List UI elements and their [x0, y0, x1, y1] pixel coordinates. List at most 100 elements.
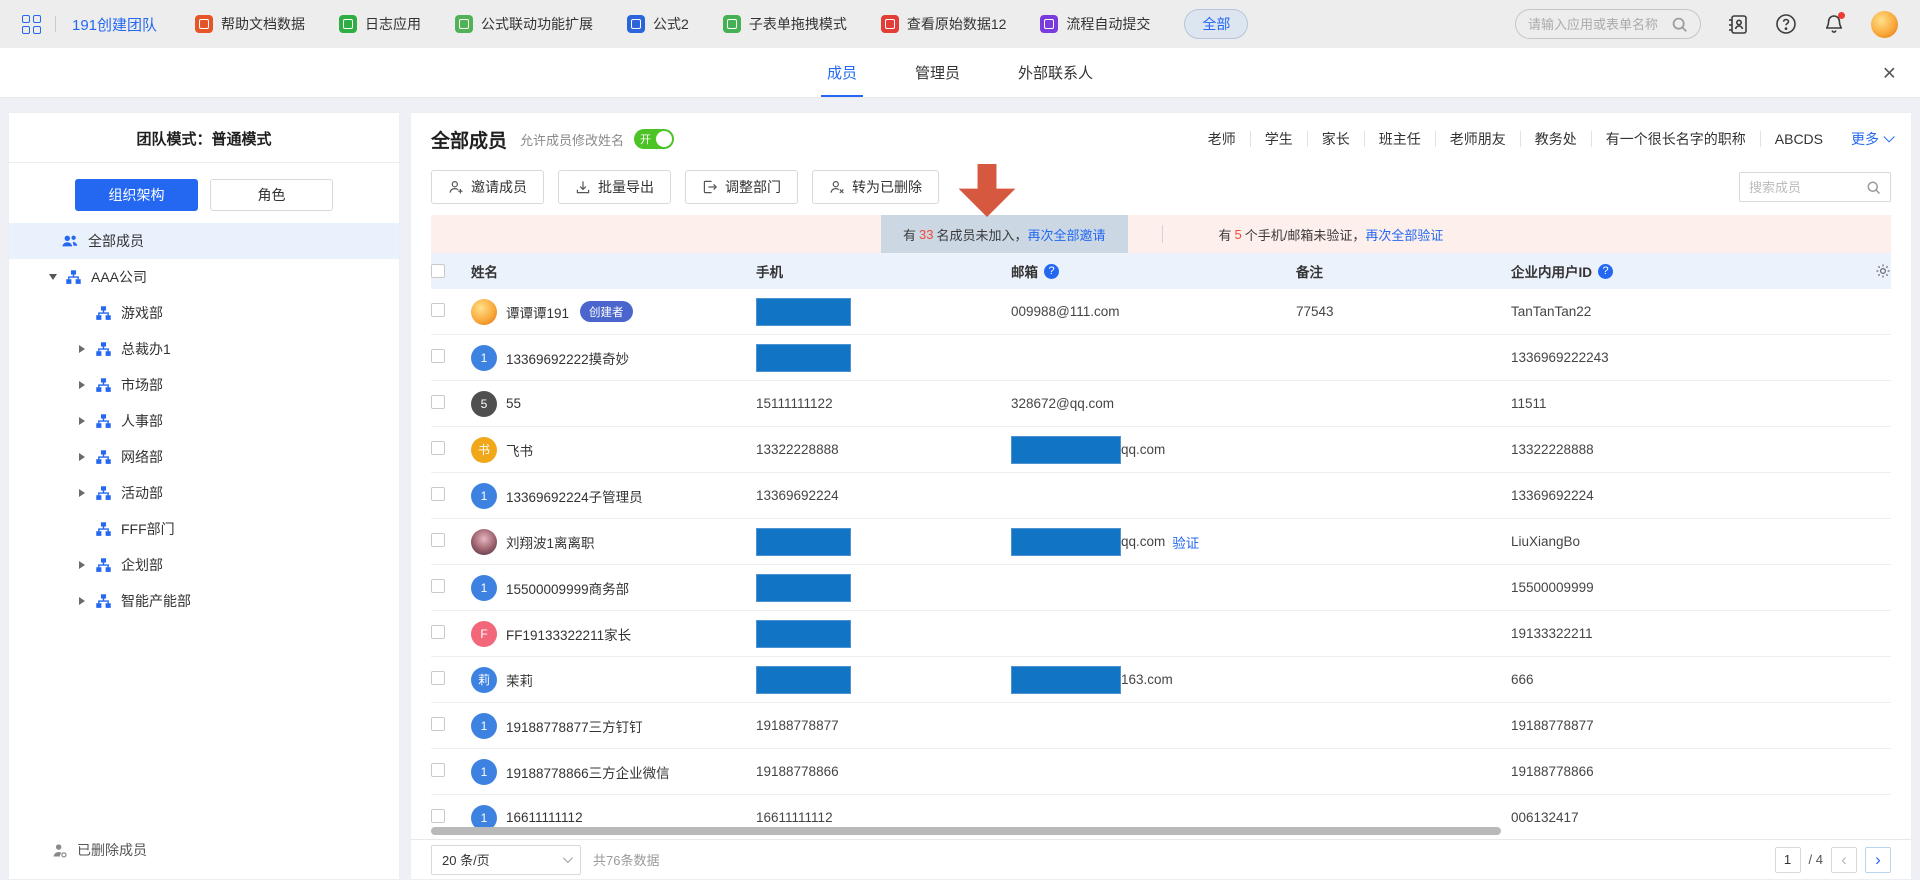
all-apps-pill[interactable]: 全部 [1184, 9, 1248, 39]
caret-icon[interactable] [79, 561, 95, 569]
actions-toolbar: 邀请成员 批量导出 调整部门 转为已删除 [431, 159, 1891, 215]
apps-grid-icon[interactable] [22, 15, 41, 34]
department-icon [95, 521, 112, 538]
sidebar-tree-item[interactable]: 智能产能部 [9, 583, 399, 619]
page-title: 全部成员 [431, 126, 507, 153]
close-icon[interactable]: × [1883, 61, 1896, 84]
col-remark: 备注 [1296, 261, 1511, 281]
reinvite-all-link[interactable]: 再次全部邀请 [1028, 225, 1106, 244]
rename-toggle-switch[interactable]: 开 [634, 129, 674, 149]
phone-cell: 19188778877 [756, 718, 1011, 733]
nav-search-box[interactable] [1515, 9, 1701, 39]
action-buttons: 邀请成员 批量导出 调整部门 转为已删除 [431, 170, 939, 204]
role-tag[interactable]: 学生 [1250, 131, 1307, 147]
contacts-icon[interactable] [1727, 13, 1749, 35]
sidebar-item-all-members[interactable]: 全部成员 [9, 223, 399, 259]
row-checkbox[interactable] [431, 809, 445, 823]
row-checkbox[interactable] [431, 487, 445, 501]
page-size-select[interactable]: 20 条/页 [431, 845, 581, 875]
redacted-phone [756, 666, 851, 694]
row-checkbox[interactable] [431, 533, 445, 547]
avatar: 5 [471, 391, 497, 417]
role-tag[interactable]: 家长 [1307, 131, 1364, 147]
user-avatar[interactable] [1871, 11, 1898, 38]
uninvited-count: 33 [916, 227, 936, 242]
sidebar-tree-item[interactable]: FFF部门 [9, 511, 399, 547]
member-name: 13369692222摸奇妙 [506, 348, 629, 368]
phone-cell [756, 620, 1011, 648]
role-tag[interactable]: 班主任 [1364, 131, 1435, 147]
row-checkbox[interactable] [431, 671, 445, 685]
member-search-box[interactable] [1739, 172, 1891, 202]
page-tab[interactable]: 外部联系人 [1018, 48, 1093, 97]
action-button[interactable]: 转为已删除 [812, 170, 939, 204]
redacted-email [1011, 436, 1121, 464]
sidebar-item-deleted-members[interactable]: 已删除成员 [9, 833, 399, 867]
avatar [471, 529, 497, 555]
nav-app-tab[interactable]: 流程自动提交 [1040, 14, 1150, 34]
action-button[interactable]: 调整部门 [685, 170, 798, 204]
sidebar-tree-item[interactable]: 活动部 [9, 475, 399, 511]
action-button[interactable]: 批量导出 [558, 170, 671, 204]
help-icon[interactable]: ? [1044, 264, 1059, 279]
nav-app-tab[interactable]: 子表单拖拽模式 [723, 14, 847, 34]
sidebar-tree-item[interactable]: 网络部 [9, 439, 399, 475]
role-tag[interactable]: 老师朋友 [1435, 131, 1520, 147]
nav-app-tab[interactable]: 查看原始数据12 [881, 14, 1007, 34]
role-tag[interactable]: 有一个很长名字的职称 [1591, 131, 1760, 147]
workspace-name[interactable]: 191创建团队 [72, 14, 157, 35]
uid-cell: 006132417 [1511, 810, 1855, 825]
row-checkbox[interactable] [431, 625, 445, 639]
org-structure-button[interactable]: 组织架构 [75, 179, 198, 211]
role-tag[interactable]: 老师 [1194, 131, 1250, 147]
caret-icon[interactable] [79, 453, 95, 461]
caret-icon[interactable] [79, 381, 95, 389]
prev-page-button[interactable]: ‹ [1831, 847, 1857, 873]
col-uid: 企业内用户ID? [1511, 261, 1855, 281]
horizontal-scrollbar[interactable] [431, 827, 1501, 835]
current-page-box[interactable]: 1 [1775, 847, 1801, 873]
caret-icon[interactable] [79, 489, 95, 497]
caret-icon[interactable] [49, 274, 65, 280]
nav-app-tab[interactable]: 公式联动功能扩展 [455, 14, 593, 34]
page-tab[interactable]: 成员 [827, 48, 857, 97]
row-checkbox[interactable] [431, 763, 445, 777]
row-checkbox[interactable] [431, 395, 445, 409]
row-checkbox[interactable] [431, 349, 445, 363]
sidebar-tree-item[interactable]: 企划部 [9, 547, 399, 583]
caret-icon[interactable] [79, 597, 95, 605]
sidebar-tree-item[interactable]: 总裁办1 [9, 331, 399, 367]
role-tag[interactable]: 教务处 [1520, 131, 1591, 147]
nav-app-tab[interactable]: 公式2 [627, 14, 689, 34]
app-icon [1040, 15, 1058, 33]
column-settings-gear-icon[interactable] [1875, 263, 1891, 279]
more-roles-link[interactable]: 更多 [1851, 129, 1891, 149]
sidebar-tree-item[interactable]: 市场部 [9, 367, 399, 403]
help-icon[interactable] [1775, 13, 1797, 35]
role-tag[interactable]: ABCDS [1760, 131, 1837, 147]
action-button[interactable]: 邀请成员 [431, 170, 544, 204]
help-icon[interactable]: ? [1598, 264, 1613, 279]
row-checkbox[interactable] [431, 441, 445, 455]
member-search-input[interactable] [1749, 180, 1860, 195]
nav-app-tab[interactable]: 帮助文档数据 [195, 14, 305, 34]
deleted-member-icon [51, 842, 68, 859]
reverify-all-link[interactable]: 再次全部验证 [1365, 225, 1443, 244]
bell-icon[interactable] [1823, 13, 1845, 35]
caret-icon[interactable] [79, 417, 95, 425]
row-checkbox[interactable] [431, 579, 445, 593]
caret-icon[interactable] [79, 345, 95, 353]
sidebar-tree-item[interactable]: 游戏部 [9, 295, 399, 331]
page-tab[interactable]: 管理员 [915, 48, 960, 97]
nav-search-input[interactable] [1528, 17, 1665, 32]
sidebar-tree-item[interactable]: 人事部 [9, 403, 399, 439]
select-all-checkbox[interactable] [431, 264, 445, 278]
next-page-button[interactable]: › [1865, 847, 1891, 873]
row-checkbox[interactable] [431, 303, 445, 317]
row-checkbox[interactable] [431, 717, 445, 731]
verify-link[interactable]: 验证 [1172, 532, 1199, 552]
roles-button[interactable]: 角色 [210, 179, 333, 211]
redacted-phone [756, 574, 851, 602]
sidebar-tree-item[interactable]: AAA公司 [9, 259, 399, 295]
nav-app-tab[interactable]: 日志应用 [339, 14, 421, 34]
